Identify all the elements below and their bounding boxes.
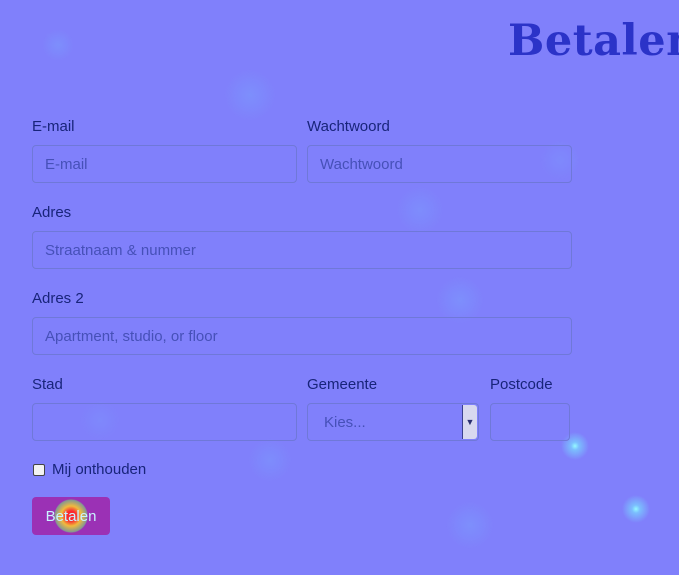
postcode-label: Postcode [490,376,553,393]
chevron-down-icon: ▼ [462,405,477,439]
email-field[interactable]: E-mail [32,145,297,183]
municipality-label: Gemeente [307,376,378,393]
password-label: Wachtwoord [307,118,390,135]
checkbox-icon[interactable] [33,463,45,476]
city-field[interactable] [32,403,297,441]
address2-placeholder: Apartment, studio, or floor [45,327,218,345]
municipality-selected-value: Kies... [324,413,366,431]
city-label: Stad [32,376,63,393]
pay-button-label: Betalen [45,507,97,525]
address-field[interactable]: Straatnaam & nummer [32,231,572,269]
address-label: Adres [32,204,72,221]
email-placeholder: E-mail [45,155,88,173]
municipality-select[interactable]: Kies... ▼ [307,403,479,441]
email-label: E-mail [32,118,75,135]
password-field[interactable]: Wachtwoord [307,145,572,183]
postcode-field[interactable] [490,403,570,441]
address2-field[interactable]: Apartment, studio, or floor [32,317,572,355]
address2-label: Adres 2 [32,290,84,307]
page-title: Betalen [508,16,679,66]
remember-me-option[interactable]: Mij onthouden [33,461,146,478]
remember-me-label: Mij onthouden [52,461,147,478]
pay-button[interactable]: Betalen [32,497,110,535]
password-placeholder: Wachtwoord [320,155,403,173]
address-placeholder: Straatnaam & nummer [45,241,196,259]
